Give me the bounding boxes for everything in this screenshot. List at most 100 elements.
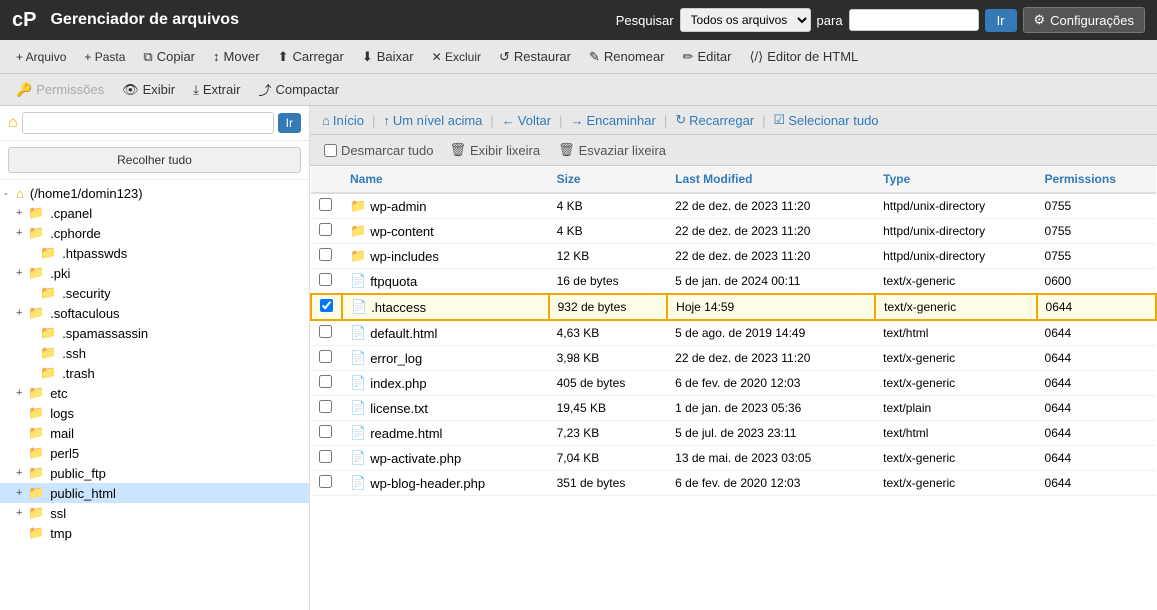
folder-icon: 📁 <box>28 425 44 441</box>
sidebar-item-_htpasswds[interactable]: 📁.htpasswds <box>0 243 309 263</box>
row-checkbox[interactable] <box>320 299 333 312</box>
table-row[interactable]: 📁wp-includes12 KB22 de dez. de 2023 11:2… <box>311 244 1156 269</box>
search-section: Pesquisar Todos os arquivosApenas nomeCo… <box>616 7 1145 33</box>
extract-icon: ⤓ <box>193 82 199 98</box>
back-icon: ← <box>502 113 515 128</box>
path-go-button[interactable]: Ir <box>278 113 301 133</box>
col-header-name[interactable]: Name <box>342 166 549 193</box>
html-editor-button[interactable]: ⟨/⟩ Editor de HTML <box>741 46 866 68</box>
empty-trash-button[interactable]: 🗑 Esvaziar lixeira <box>550 139 674 161</box>
table-row[interactable]: 📁wp-content4 KB22 de dez. de 2023 11:20h… <box>311 219 1156 244</box>
nav-forward[interactable]: → Encaminhar <box>566 111 659 130</box>
file-table-body: 📁wp-admin4 KB22 de dez. de 2023 11:20htt… <box>311 193 1156 496</box>
row-checkbox[interactable] <box>319 425 332 438</box>
folder-icon: 📁 <box>40 325 56 341</box>
table-row[interactable]: 📄readme.html7,23 KB5 de jul. de 2023 23:… <box>311 421 1156 446</box>
sidebar-item-_ssh[interactable]: 📁.ssh <box>0 343 309 363</box>
row-checkbox[interactable] <box>319 248 332 261</box>
new-file-button[interactable]: + Arquivo <box>8 47 74 67</box>
row-checkbox[interactable] <box>319 400 332 413</box>
nav-back[interactable]: ← Voltar <box>498 111 555 130</box>
sidebar-item-tmp[interactable]: 📁tmp <box>0 523 309 543</box>
sidebar-item-logs[interactable]: 📁logs <box>0 403 309 423</box>
sidebar-item-_softaculous[interactable]: +📁.softaculous <box>0 303 309 323</box>
deselect-all-label[interactable]: Desmarcar tudo <box>318 141 439 160</box>
row-checkbox[interactable] <box>319 475 332 488</box>
row-checkbox[interactable] <box>319 325 332 338</box>
sidebar-item-__home1_domin123_[interactable]: -⌂(/home1/domin123) <box>0 184 309 203</box>
table-row[interactable]: 📄.htaccess932 de bytesHoje 14:59text/x-g… <box>311 294 1156 320</box>
col-header-size[interactable]: Size <box>549 166 668 193</box>
sidebar-item-perl5[interactable]: 📁perl5 <box>0 443 309 463</box>
row-checkbox[interactable] <box>319 273 332 286</box>
sidebar-item-_cphorde[interactable]: +📁.cphorde <box>0 223 309 243</box>
sidebar-item-public_html[interactable]: +📁public_html <box>0 483 309 503</box>
collapse-all-button[interactable]: Recolher tudo <box>8 147 301 173</box>
table-row[interactable]: 📄default.html4,63 KB5 de ago. de 2019 14… <box>311 320 1156 346</box>
file-name: error_log <box>370 351 422 366</box>
delete-button[interactable]: ✕ Excluir <box>424 47 489 67</box>
up-icon: ↑ <box>383 113 390 128</box>
row-checkbox[interactable] <box>319 450 332 463</box>
extract-button[interactable]: ⤓ Extrair <box>185 79 248 101</box>
sidebar-item-_pki[interactable]: +📁.pki <box>0 263 309 283</box>
restore-button[interactable]: ↺ Restaurar <box>491 46 579 68</box>
table-row[interactable]: 📄ftpquota16 de bytes5 de jan. de 2024 00… <box>311 269 1156 295</box>
table-row[interactable]: 📄license.txt19,45 KB1 de jan. de 2023 05… <box>311 396 1156 421</box>
nav-inicio[interactable]: ⌂ Início <box>318 111 368 130</box>
file-icon: 📄 <box>350 475 366 491</box>
show-trash-button[interactable]: 🗑 Exibir lixeira <box>441 139 548 161</box>
sep3: | <box>559 113 562 128</box>
col-header-last-modified[interactable]: Last Modified <box>667 166 875 193</box>
file-name: wp-blog-header.php <box>370 476 485 491</box>
path-input[interactable]: public_html <box>22 112 274 134</box>
config-button[interactable]: ⚙ Configurações <box>1023 7 1145 33</box>
file-panel: ⌂ Início | ↑ Um nível acima | ← Voltar |… <box>310 106 1157 610</box>
copy-button[interactable]: ⧉ Copiar <box>135 46 203 68</box>
search-type-select[interactable]: Todos os arquivosApenas nomeConteúdo <box>680 8 811 32</box>
col-header-permissions[interactable]: Permissions <box>1037 166 1156 193</box>
sidebar-item-etc[interactable]: +📁etc <box>0 383 309 403</box>
table-row[interactable]: 📄wp-activate.php7,04 KB13 de mai. de 202… <box>311 446 1156 471</box>
file-table-wrapper: NameSizeLast ModifiedTypePermissions 📁wp… <box>310 166 1157 610</box>
row-checkbox[interactable] <box>319 375 332 388</box>
table-row[interactable]: 📁wp-admin4 KB22 de dez. de 2023 11:20htt… <box>311 193 1156 219</box>
rename-button[interactable]: ✎ Renomear <box>581 46 673 68</box>
edit-button[interactable]: ✏ Editar <box>675 46 740 68</box>
new-folder-button[interactable]: + Pasta <box>76 47 133 67</box>
view-button[interactable]: 👁 Exibir <box>114 79 183 101</box>
table-row[interactable]: 📄wp-blog-header.php351 de bytes6 de fev.… <box>311 471 1156 496</box>
row-checkbox[interactable] <box>319 198 332 211</box>
sidebar-item-_cpanel[interactable]: +📁.cpanel <box>0 203 309 223</box>
compress-button[interactable]: ⤴ Compactar <box>250 77 347 102</box>
sidebar-item-_trash[interactable]: 📁.trash <box>0 363 309 383</box>
file-modified: 22 de dez. de 2023 11:20 <box>667 244 875 269</box>
col-header-type[interactable]: Type <box>875 166 1036 193</box>
folder-icon: 📁 <box>28 385 44 401</box>
expand-icon: + <box>16 227 26 239</box>
table-row[interactable]: 📄index.php405 de bytes6 de fev. de 2020 … <box>311 371 1156 396</box>
sidebar-item-public_ftp[interactable]: +📁public_ftp <box>0 463 309 483</box>
row-checkbox[interactable] <box>319 350 332 363</box>
search-go-button[interactable]: Ir <box>985 9 1017 32</box>
permissions-button[interactable]: 🔑 Permissões <box>8 79 112 101</box>
file-type: text/x-generic <box>875 346 1036 371</box>
sidebar-item-mail[interactable]: 📁mail <box>0 423 309 443</box>
folder-icon: 📁 <box>40 365 56 381</box>
sidebar-item-_spamassassin[interactable]: 📁.spamassassin <box>0 323 309 343</box>
table-row[interactable]: 📄error_log3,98 KB22 de dez. de 2023 11:2… <box>311 346 1156 371</box>
nav-reload[interactable]: ↻ Recarregar <box>671 110 758 130</box>
search-input[interactable] <box>849 9 979 31</box>
checkbox-icon: ☑ <box>774 112 786 128</box>
file-modified: 6 de fev. de 2020 12:03 <box>667 471 875 496</box>
row-checkbox[interactable] <box>319 223 332 236</box>
sidebar-item-ssl[interactable]: +📁ssl <box>0 503 309 523</box>
deselect-all-checkbox[interactable] <box>324 144 337 157</box>
upload-button[interactable]: ⬆ Carregar <box>270 46 352 68</box>
sidebar-item-_security[interactable]: 📁.security <box>0 283 309 303</box>
download-button[interactable]: ⬇ Baixar <box>354 46 422 68</box>
move-button[interactable]: ↕ Mover <box>205 46 268 67</box>
nav-select-all[interactable]: ☑ Selecionar tudo <box>770 110 883 130</box>
nav-up[interactable]: ↑ Um nível acima <box>379 111 486 130</box>
file-permissions: 0644 <box>1037 294 1156 320</box>
